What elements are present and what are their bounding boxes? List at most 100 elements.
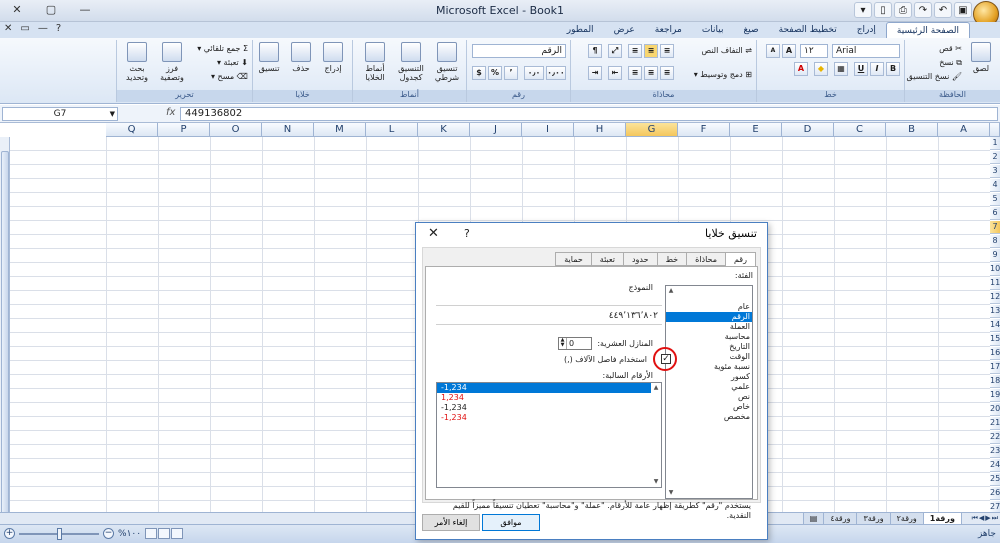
tab-review[interactable]: مراجعة [645, 22, 692, 38]
cut-button[interactable]: ✂ قص [939, 44, 962, 53]
neg-scroll-up-icon[interactable]: ▲ [652, 384, 660, 392]
row-header[interactable]: 4 [990, 179, 1000, 192]
row-header[interactable]: 2 [990, 151, 1000, 164]
cell-styles-button[interactable]: أنماط الخلايا [358, 42, 392, 82]
format-as-table-button[interactable]: التنسيق كجدول [394, 42, 428, 82]
zoom-slider[interactable] [19, 527, 99, 540]
align-left-icon[interactable]: ≡ [628, 66, 642, 80]
column-header[interactable]: G [626, 123, 678, 137]
row-header[interactable]: 20 [990, 403, 1000, 416]
column-header[interactable]: J [470, 123, 522, 137]
column-header[interactable]: K [418, 123, 470, 137]
bold-button[interactable]: B [886, 62, 900, 76]
category-item[interactable]: خاص [666, 402, 752, 412]
scroll-up-icon[interactable]: ▲ [667, 287, 675, 295]
align-top-icon[interactable]: ≡ [660, 44, 674, 58]
column-header[interactable]: F [678, 123, 730, 137]
row-header[interactable]: 25 [990, 473, 1000, 486]
tab-number[interactable]: رقم [724, 252, 756, 267]
insert-function-icon[interactable]: fx [166, 107, 175, 118]
decrease-decimal-button[interactable]: ٠٫٠٠ [546, 66, 566, 80]
column-header[interactable]: I [522, 123, 574, 137]
next-sheet-icon[interactable]: ▶ [985, 514, 990, 523]
column-header[interactable]: D [782, 123, 834, 137]
vertical-scrollbar[interactable] [0, 137, 10, 512]
increase-decimal-button[interactable]: ٠٫٠ [524, 66, 544, 80]
row-header[interactable]: 24 [990, 459, 1000, 472]
font-name-combo[interactable]: Arial [832, 44, 900, 58]
format-painter-button[interactable]: 🖌 نسخ التنسيق [907, 72, 962, 81]
dialog-help-icon[interactable]: ? [464, 225, 470, 243]
copy-button[interactable]: ⧉ نسخ [939, 58, 962, 68]
tab-view[interactable]: عرض [604, 22, 645, 38]
column-header[interactable]: M [314, 123, 366, 137]
row-header[interactable]: 12 [990, 291, 1000, 304]
increase-indent-icon[interactable]: ⇥ [588, 66, 602, 80]
first-sheet-icon[interactable]: ⏮ [972, 514, 978, 523]
row-header[interactable]: 3 [990, 165, 1000, 178]
spinner-arrows-icon[interactable]: ▲ ▼ [559, 338, 567, 349]
grow-font-button[interactable]: A [782, 44, 796, 58]
negative-numbers-list[interactable]: ▲ ▼ -1,234 1,234 -1,234 -1,234 [436, 382, 662, 488]
row-header[interactable]: 14 [990, 319, 1000, 332]
page-break-view-icon[interactable] [145, 528, 158, 539]
merge-center-button[interactable]: ⊞ دمج وتوسيط ▾ [694, 70, 752, 79]
font-size-combo[interactable]: ١٢ [800, 44, 828, 58]
print-preview-icon[interactable]: ⎙ [894, 2, 912, 18]
row-header[interactable]: 19 [990, 389, 1000, 402]
paste-button[interactable]: لصق [964, 42, 998, 73]
row-header[interactable]: 8 [990, 235, 1000, 248]
tab-alignment[interactable]: محاذاة [686, 252, 726, 266]
row-header[interactable]: 16 [990, 347, 1000, 360]
row-header[interactable]: 11 [990, 277, 1000, 290]
fill-button[interactable]: ⬇ تعبئة ▾ [217, 58, 248, 67]
row-header[interactable]: 13 [990, 305, 1000, 318]
dialog-close-icon[interactable]: ✕ [428, 225, 439, 243]
conditional-format-button[interactable]: تنسيق شرطي [430, 42, 464, 82]
shrink-font-button[interactable]: A [766, 44, 780, 58]
column-header[interactable]: N [262, 123, 314, 137]
rtl-direction-icon[interactable]: ¶ [588, 44, 602, 58]
negative-format-item[interactable]: 1,234 [437, 393, 661, 403]
negative-format-item[interactable]: -1,234 [437, 413, 661, 423]
zoom-level[interactable]: %١٠٠ [118, 529, 141, 539]
sort-filter-button[interactable]: فرز وتصفية [156, 42, 188, 82]
category-item[interactable]: محاسبة [666, 332, 752, 342]
wrap-text-button[interactable]: ⇌ التفاف النص [701, 46, 752, 55]
italic-button[interactable]: I [870, 62, 884, 76]
category-item[interactable]: مخصص [666, 412, 752, 422]
zoom-out-icon[interactable]: − [103, 528, 114, 539]
category-list[interactable]: ▲ ▼ عام الرقم العملة محاسبة التاريخ الوقت نسبة… [665, 285, 753, 499]
row-header[interactable]: 26 [990, 487, 1000, 500]
customize-qat-icon[interactable]: ▾ [854, 2, 872, 18]
category-item[interactable]: الرقم [666, 312, 752, 322]
negative-format-item[interactable]: -1,234 [437, 403, 661, 413]
decimal-places-spinner[interactable]: ▲ ▼ 0 [558, 337, 592, 350]
column-header[interactable]: H [574, 123, 626, 137]
tab-formulas[interactable]: صيغ [734, 22, 769, 38]
negative-format-item[interactable]: -1,234 [437, 383, 651, 393]
minimize-workbook-icon[interactable]: — [38, 23, 48, 34]
name-box[interactable]: G7 ▼ [2, 107, 118, 121]
tab-page-layout[interactable]: تخطيط الصفحة [769, 22, 847, 38]
row-header[interactable]: 5 [990, 193, 1000, 206]
row-header[interactable]: 23 [990, 445, 1000, 458]
align-center-icon[interactable]: ≡ [644, 66, 658, 80]
undo-icon[interactable]: ↶ [934, 2, 952, 18]
decrease-indent-icon[interactable]: ⇤ [608, 66, 622, 80]
close-workbook-icon[interactable]: ✕ [4, 23, 12, 34]
cancel-button[interactable]: إلغاء الأمر [422, 514, 480, 531]
category-item[interactable]: علمي [666, 382, 752, 392]
scrollbar-thumb[interactable] [1, 151, 9, 512]
underline-button[interactable]: U [854, 62, 868, 76]
tab-data[interactable]: بيانات [692, 22, 734, 38]
row-header[interactable]: 9 [990, 249, 1000, 262]
page-layout-view-icon[interactable] [158, 528, 171, 539]
column-header[interactable]: O [210, 123, 262, 137]
normal-view-icon[interactable] [171, 528, 184, 539]
comma-style-button[interactable]: ٬ [504, 66, 518, 80]
ok-button[interactable]: موافق [482, 514, 540, 531]
row-header[interactable]: 1 [990, 137, 1000, 150]
help-icon[interactable]: ? [56, 23, 61, 34]
tab-fill[interactable]: تعبئة [590, 252, 624, 266]
